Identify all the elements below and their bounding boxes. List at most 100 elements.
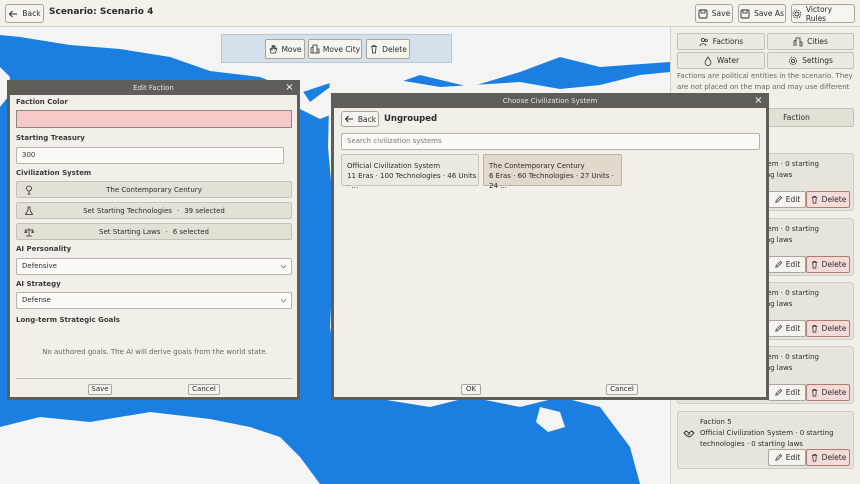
civ-system-button[interactable]: The Contemporary Century xyxy=(16,181,292,198)
faction-card-text: stem · 0 starting ting laws xyxy=(761,288,819,310)
chevron-down-icon xyxy=(280,264,287,269)
back-button[interactable]: Back xyxy=(5,4,44,23)
cancel-faction-button[interactable]: Cancel xyxy=(188,384,220,395)
faction-details-line1: stem · 0 starting xyxy=(761,289,819,297)
flask-icon xyxy=(24,206,34,215)
faction-color-label: Faction Color xyxy=(16,98,68,106)
civ-back-label: Back xyxy=(357,114,377,124)
edit-faction-button[interactable]: Edit xyxy=(768,191,806,208)
faction-name: Faction 5 xyxy=(700,418,732,426)
civ-system-details: 11 Eras · 100 Technologies · 46 Units · … xyxy=(347,172,477,190)
delete-faction-button[interactable]: Delete xyxy=(806,256,850,273)
civ-back-button[interactable]: Back xyxy=(341,111,379,127)
delete-faction-button[interactable]: Delete xyxy=(806,384,850,401)
factions-description: Factions are political entities in the s… xyxy=(677,72,853,91)
faction-details-line2: ting laws xyxy=(761,236,793,244)
edit-faction-button[interactable]: Edit xyxy=(768,320,806,337)
edit-label: Edit xyxy=(785,388,801,397)
users-icon xyxy=(699,37,708,46)
edit-faction-button[interactable]: Edit xyxy=(768,256,806,273)
floppy-disk-icon xyxy=(740,9,750,18)
move-city-button-label: Move City xyxy=(322,44,361,54)
handshake-icon xyxy=(683,429,695,439)
trash-icon xyxy=(811,324,817,333)
tab-factions-label: Factions xyxy=(712,37,744,46)
tab-cities-label: Cities xyxy=(807,37,828,46)
edit-faction-button[interactable]: Edit xyxy=(768,449,806,466)
map-tool-bar: Move Move City Delete xyxy=(221,34,452,63)
civ-cancel-button[interactable]: Cancel xyxy=(606,384,638,395)
move-city-button[interactable]: Move City xyxy=(308,39,362,59)
gear-icon xyxy=(789,56,798,65)
victory-rules-button[interactable]: Victory Rules xyxy=(791,4,855,23)
civ-system-card-selected[interactable]: The Contemporary Century 6 Eras · 60 Tec… xyxy=(483,154,622,190)
faction-card-text: stem · 0 starting ting laws xyxy=(761,352,819,374)
ai-strategy-value: Defense xyxy=(22,296,51,304)
faction-details-line1: stem · 0 starting xyxy=(761,353,819,361)
faction-details-line1: Official Civilization System · 0 startin… xyxy=(700,429,834,437)
save-faction-button[interactable]: Save xyxy=(88,384,112,395)
trash-icon xyxy=(811,388,817,397)
ai-personality-select[interactable]: Defensive xyxy=(16,258,292,275)
close-icon[interactable]: × xyxy=(753,96,764,107)
edit-faction-button[interactable]: Edit xyxy=(768,384,806,401)
faction-card-5[interactable]: Faction 5 Official Civilization System ·… xyxy=(677,411,854,469)
edit-label: Edit xyxy=(785,195,801,204)
set-starting-technologies-button[interactable]: Set Starting Technologies · 39 selected xyxy=(16,202,292,219)
faction-card-text: Faction 5 Official Civilization System ·… xyxy=(700,417,834,450)
faction-details-line2: ting laws xyxy=(761,364,793,372)
delete-faction-button[interactable]: Delete xyxy=(806,191,850,208)
close-icon[interactable]: × xyxy=(284,83,295,94)
edit-label: Edit xyxy=(785,324,801,333)
starting-treasury-label: Starting Treasury xyxy=(16,134,85,142)
set-starting-laws-button[interactable]: Set Starting Laws · 6 selected xyxy=(16,223,292,240)
arrow-left-icon xyxy=(344,115,353,123)
hand-icon xyxy=(270,45,278,54)
delete-label: Delete xyxy=(821,260,847,269)
back-button-label: Back xyxy=(22,9,41,18)
tab-water-label: Water xyxy=(716,56,740,65)
starting-treasury-input[interactable]: 300 xyxy=(16,147,284,164)
civ-system-value: The Contemporary Century xyxy=(106,185,202,194)
delete-label: Delete xyxy=(821,195,847,204)
ai-strategy-label: AI Strategy xyxy=(16,280,61,288)
victory-rules-button-label: Victory Rules xyxy=(805,4,833,23)
civ-system-name: Official Civilization System xyxy=(347,162,441,170)
edit-label: Edit xyxy=(785,453,801,462)
faction-card-text: stem · 0 starting ting laws xyxy=(761,159,819,181)
civ-search-input[interactable]: Search civilization systems xyxy=(341,133,760,150)
tech-selected-count: 39 selected xyxy=(184,206,225,215)
add-faction-button-label: Faction xyxy=(783,113,810,122)
trash-icon xyxy=(811,195,817,204)
civ-system-card[interactable]: Official Civilization System 11 Eras · 1… xyxy=(341,154,479,190)
faction-color-swatch[interactable] xyxy=(16,110,292,128)
delete-label: Delete xyxy=(821,324,847,333)
gear-icon xyxy=(792,9,802,18)
move-button-label: Move xyxy=(281,44,302,54)
delete-faction-button[interactable]: Delete xyxy=(806,320,850,337)
tab-factions[interactable]: Factions xyxy=(677,33,765,50)
delete-label: Delete xyxy=(821,453,847,462)
top-bar: Back Scenario: Scenario 4 Save Save As V… xyxy=(0,0,860,27)
delete-faction-button[interactable]: Delete xyxy=(806,449,850,466)
set-laws-label: Set Starting Laws xyxy=(99,227,161,236)
move-button[interactable]: Move xyxy=(265,39,305,59)
delete-label: Delete xyxy=(821,388,847,397)
city-icon xyxy=(793,37,803,46)
dialog-divider xyxy=(16,378,292,379)
tab-water[interactable]: Water xyxy=(677,52,765,69)
pencil-icon xyxy=(775,324,782,332)
tab-cities[interactable]: Cities xyxy=(767,33,854,50)
goals-label: Long-term Strategic Goals xyxy=(16,316,120,324)
tab-settings[interactable]: Settings xyxy=(767,52,854,69)
faction-card-text: stem · 0 starting ting laws xyxy=(761,224,819,246)
trash-icon xyxy=(811,260,817,269)
faction-details-line1: stem · 0 starting xyxy=(761,160,819,168)
civ-ok-button[interactable]: OK xyxy=(461,384,481,395)
save-button[interactable]: Save xyxy=(695,4,733,23)
map-delete-button[interactable]: Delete xyxy=(366,39,410,59)
ai-strategy-select[interactable]: Defense xyxy=(16,292,292,309)
edit-label: Edit xyxy=(785,260,801,269)
floppy-disk-icon xyxy=(698,9,708,18)
save-as-button[interactable]: Save As xyxy=(738,4,786,23)
